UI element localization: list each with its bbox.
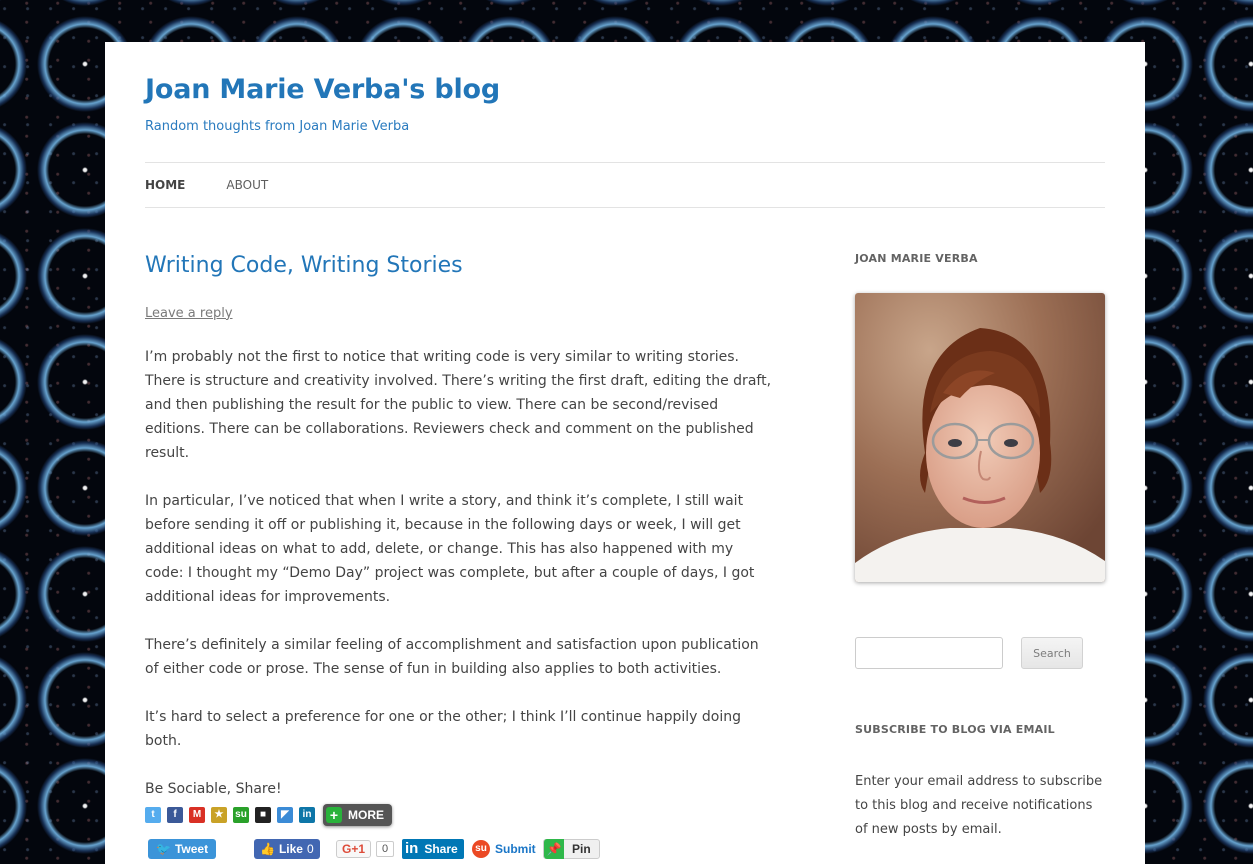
share-more-button[interactable]: + MORE (323, 803, 392, 826)
twitter-bird-icon: 🐦 (156, 841, 171, 856)
facebook-icon[interactable]: f (167, 806, 183, 823)
submit-label: Submit (495, 841, 536, 856)
tweet-label: Tweet (174, 841, 209, 856)
leave-reply-link[interactable]: Leave a reply (145, 306, 233, 321)
subscribe-description: Enter your email address to subscribe to… (855, 774, 1103, 837)
post-paragraph: There’s definitely a similar feeling of … (145, 636, 759, 677)
search-input[interactable] (855, 637, 1003, 669)
plus-icon: + (326, 806, 342, 823)
pin-label: Pin (572, 841, 591, 856)
subscribe-widget-title: Subscribe to Blog via Email (855, 723, 1055, 736)
stumbleupon-icon[interactable]: su (233, 806, 249, 823)
author-photo (855, 293, 1105, 582)
pinterest-pin-button[interactable]: 📌 Pin (543, 838, 600, 859)
page-container: Joan Marie Verba's blog Random thoughts … (105, 42, 1145, 864)
share-label: Be Sociable, Share! (145, 780, 282, 797)
social-buttons-row: 🐦 Tweet 👍 Like 0 G+1 0 in Share su Submi… (145, 838, 775, 863)
share-more-label: MORE (348, 807, 384, 822)
sidebar: Joan Marie Verba (855, 252, 1105, 842)
search-form: Search (855, 637, 1105, 669)
pushpin-icon: 📌 (544, 838, 564, 859)
linkedin-share-button[interactable]: in Share (402, 838, 464, 859)
google-plus-button[interactable]: G+1 0 (336, 839, 395, 859)
favorites-star-icon[interactable]: ★ (211, 806, 227, 823)
post-content: Writing Code, Writing Stories Leave a re… (145, 252, 775, 863)
post-paragraph: It’s hard to select a preference for one… (145, 708, 741, 749)
delicious-icon[interactable]: ■ (255, 806, 271, 823)
site-title[interactable]: Joan Marie Verba's blog (145, 74, 500, 105)
share-icon-bar: t f M ★ su ■ ◤ in + MORE (145, 803, 775, 827)
like-count: 0 (306, 841, 314, 856)
main-navigation: Home About (145, 162, 1105, 208)
linkedin-logo-icon: in (405, 840, 419, 858)
gmail-icon[interactable]: M (189, 806, 205, 823)
author-widget-title: Joan Marie Verba (855, 252, 978, 265)
tweet-button[interactable]: 🐦 Tweet (148, 838, 217, 859)
stumbleupon-logo-icon: su (472, 839, 490, 858)
gplus-count: 0 (376, 840, 395, 857)
like-label: Like (278, 841, 303, 856)
nav-item-about[interactable]: About (226, 178, 268, 192)
facebook-like-button[interactable]: 👍 Like 0 (254, 838, 320, 859)
search-button[interactable]: Search (1021, 637, 1083, 669)
thumbs-up-icon: 👍 (260, 841, 275, 856)
post-title[interactable]: Writing Code, Writing Stories (145, 252, 775, 281)
gplus-label: G+1 (336, 839, 372, 858)
stumbleupon-submit-button[interactable]: su Submit (472, 839, 536, 859)
twitter-icon[interactable]: t (145, 806, 161, 823)
post-body: I’m probably not the first to notice tha… (145, 345, 775, 753)
site-tagline: Random thoughts from Joan Marie Verba (145, 119, 410, 134)
nav-item-home[interactable]: Home (145, 178, 185, 192)
google-bookmarks-icon[interactable]: ◤ (277, 806, 293, 823)
post-paragraph: In particular, I’ve noticed that when I … (145, 492, 755, 605)
post-paragraph: I’m probably not the first to notice tha… (145, 348, 772, 461)
linkedin-icon[interactable]: in (299, 806, 315, 823)
linkedin-share-label: Share (424, 841, 458, 856)
